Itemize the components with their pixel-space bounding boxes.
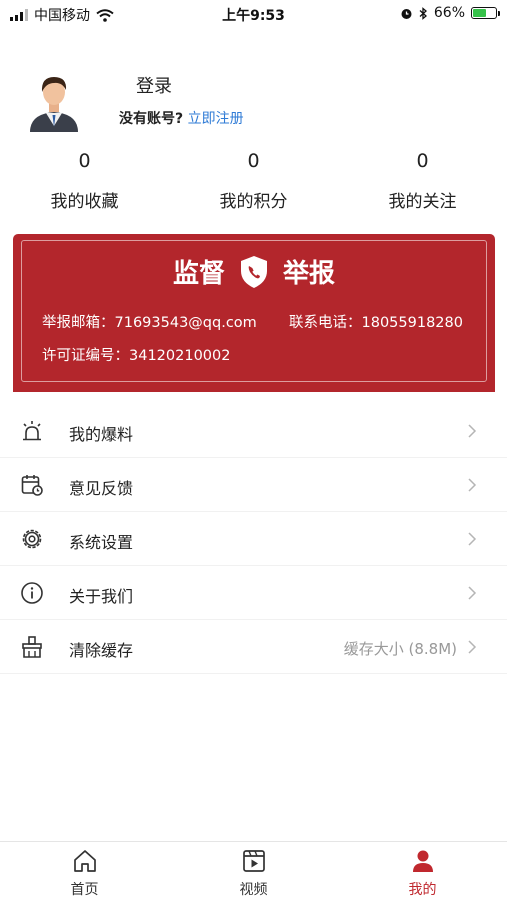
- calendar-feedback-icon: [21, 475, 43, 496]
- tab-home[interactable]: 首页: [0, 842, 169, 901]
- battery-icon: [471, 7, 500, 19]
- menu-item-about[interactable]: 关于我们: [0, 566, 507, 620]
- chevron-right-icon: [468, 640, 477, 654]
- menu-item-label: 关于我们: [69, 587, 134, 606]
- menu-item-settings[interactable]: 系统设置: [0, 512, 507, 566]
- profile-header: 登录 没有账号? 立即注册: [0, 62, 507, 142]
- menu-item-label: 我的爆料: [69, 425, 134, 444]
- report-email: 举报邮箱：71693543@qq.com: [42, 315, 257, 331]
- tab-label: 首页: [70, 882, 99, 898]
- stat-label: 我的积分: [219, 192, 288, 212]
- report-title-right: 举报: [283, 259, 336, 289]
- avatar[interactable]: [28, 70, 80, 132]
- menu-item-label: 意见反馈: [69, 479, 134, 498]
- stat-points[interactable]: 0 我的积分: [169, 150, 338, 212]
- chevron-right-icon: [468, 424, 477, 438]
- menu-item-feedback[interactable]: 意见反馈: [0, 458, 507, 512]
- stats-row: 0 我的收藏 0 我的积分 0 我的关注: [0, 150, 507, 212]
- report-phone[interactable]: 联系电话：18055918280: [289, 311, 463, 332]
- tab-mine[interactable]: 我的: [338, 842, 507, 901]
- bluetooth-icon: [419, 6, 427, 20]
- broom-icon: [22, 636, 42, 658]
- status-bar: 中国移动 上午9:53 66%: [0, 0, 507, 28]
- report-title-left: 监督: [172, 259, 225, 289]
- home-icon: [73, 850, 96, 872]
- gear-icon: [22, 529, 42, 549]
- stat-follows[interactable]: 0 我的关注: [338, 150, 507, 212]
- stat-value: 0: [416, 150, 429, 172]
- report-card[interactable]: 监督 举报 举报邮箱：71693543@qq.com 联系电话：18055918…: [13, 234, 495, 392]
- report-card-border: 监督 举报 举报邮箱：71693543@qq.com 联系电话：18055918…: [21, 240, 487, 382]
- alarm-icon: [401, 8, 412, 19]
- info-icon: [21, 582, 43, 604]
- user-icon: [412, 850, 433, 872]
- shield-phone-icon: [241, 255, 267, 288]
- settings-menu: 我的爆料 意见反馈 系统设置 关于我们 清除缓存 缓存大小 (8.8M): [0, 404, 507, 674]
- report-license: 许可证编号：34120210002: [42, 348, 231, 364]
- report-title: 监督 举报: [22, 253, 486, 290]
- menu-item-label: 清除缓存: [69, 641, 134, 660]
- no-account-text: 没有账号?: [119, 111, 184, 127]
- bottom-tab-bar: 首页 视频 我的: [0, 841, 507, 901]
- stat-value: 0: [78, 150, 91, 172]
- stat-value: 0: [247, 150, 260, 172]
- tab-label: 我的: [408, 882, 437, 898]
- chevron-right-icon: [468, 586, 477, 600]
- battery-fill: [473, 9, 486, 17]
- cache-size-label: 缓存大小 (8.8M): [343, 640, 457, 658]
- stat-favorites[interactable]: 0 我的收藏: [0, 150, 169, 212]
- menu-item-label: 系统设置: [69, 533, 134, 552]
- status-right: 66%: [400, 5, 500, 21]
- battery-percent: 66%: [433, 5, 465, 21]
- register-link[interactable]: 立即注册: [188, 111, 244, 127]
- tab-video[interactable]: 视频: [169, 842, 338, 901]
- chevron-right-icon: [468, 478, 477, 492]
- menu-item-clear-cache[interactable]: 清除缓存 缓存大小 (8.8M): [0, 620, 507, 674]
- stat-label: 我的关注: [388, 192, 457, 212]
- video-icon: [242, 850, 265, 872]
- chevron-right-icon: [468, 532, 477, 546]
- register-prompt: 没有账号? 立即注册: [119, 108, 244, 128]
- tab-label: 视频: [239, 882, 268, 898]
- menu-item-my-reports[interactable]: 我的爆料: [0, 404, 507, 458]
- stat-label: 我的收藏: [50, 192, 119, 212]
- alarm-light-icon: [23, 421, 41, 441]
- login-link[interactable]: 登录: [136, 72, 172, 98]
